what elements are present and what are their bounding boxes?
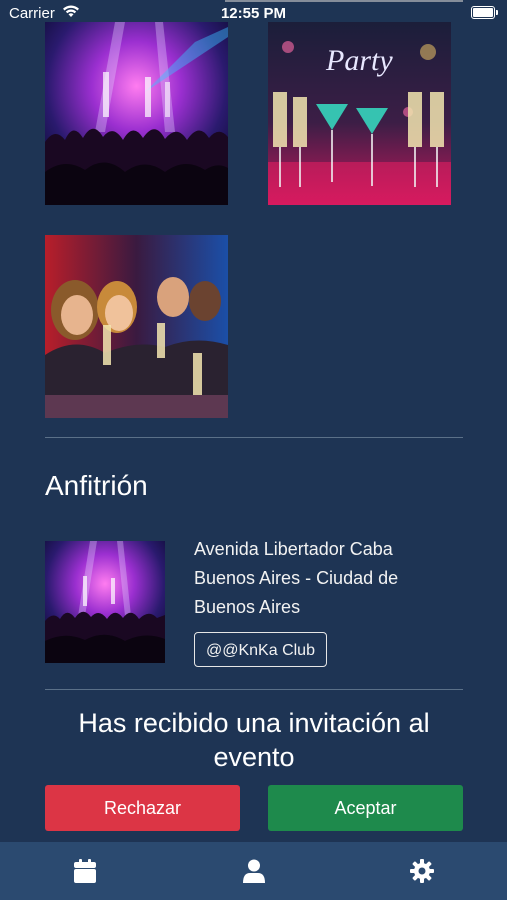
gallery-photo-cocktails[interactable]: Party <box>268 22 451 205</box>
calendar-icon <box>74 859 96 883</box>
section-divider <box>45 437 463 438</box>
tab-settings[interactable] <box>382 842 462 900</box>
section-divider <box>45 689 463 690</box>
gallery-photo-friends[interactable] <box>45 235 228 418</box>
scroll-indicator <box>225 0 463 2</box>
host-club-tag[interactable]: @@KnKa Club <box>194 632 327 667</box>
gear-icon <box>410 859 434 883</box>
user-icon <box>243 859 265 883</box>
tab-profile[interactable] <box>214 842 294 900</box>
status-time: 12:55 PM <box>220 5 287 22</box>
bottom-tab-bar <box>0 842 507 900</box>
svg-text:Party: Party <box>325 44 393 77</box>
host-photo[interactable] <box>45 541 165 663</box>
accept-button[interactable]: Aceptar <box>268 785 463 831</box>
reject-button[interactable]: Rechazar <box>45 785 240 831</box>
invitation-message: Has recibido una invitación al evento <box>78 708 430 772</box>
tab-calendar[interactable] <box>45 842 125 900</box>
host-section-title: Anfitrión <box>45 470 148 501</box>
host-address: Avenida Libertador Caba Buenos Aires - C… <box>194 539 399 617</box>
gallery-photo-concert[interactable] <box>45 22 228 205</box>
battery-icon <box>471 6 498 19</box>
